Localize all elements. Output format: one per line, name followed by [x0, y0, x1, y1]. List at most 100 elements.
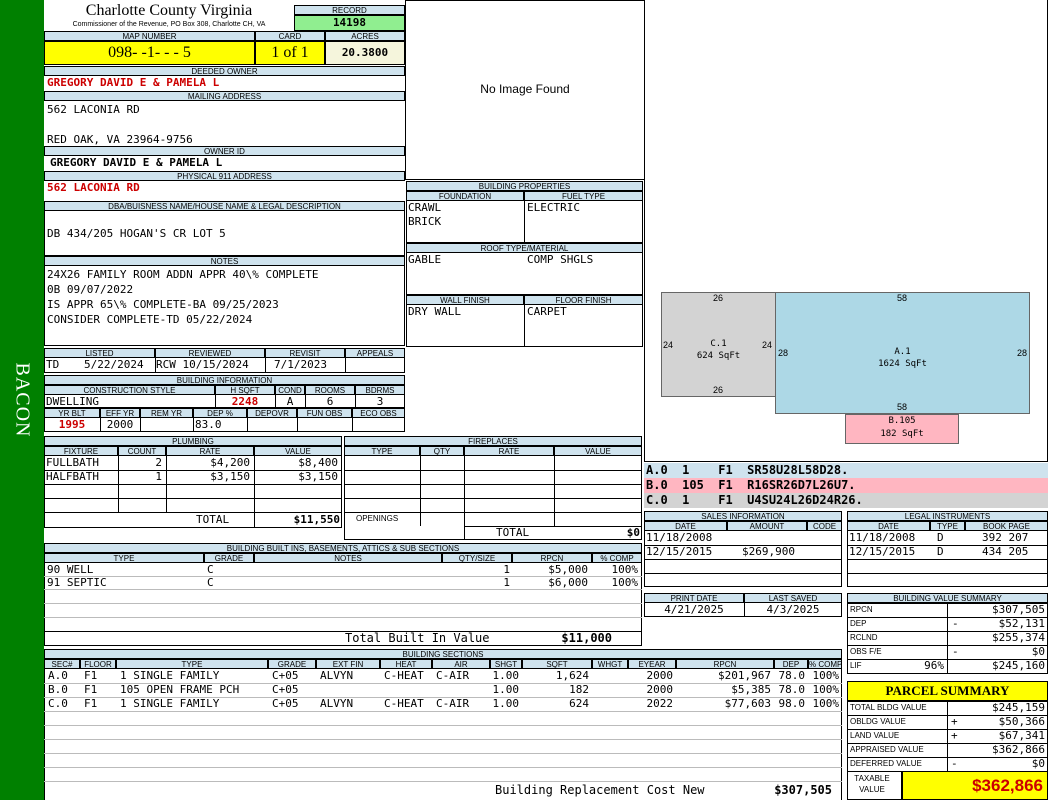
section-rpcn: $5,385 [731, 683, 771, 696]
legal-date: 11/18/2008 [849, 531, 916, 544]
builtin-grade: C [207, 563, 214, 576]
section-shgt: 1.00 [492, 669, 520, 682]
sections-col-header: WHGT [592, 659, 628, 669]
fireplace-col-value: VALUE [554, 446, 642, 456]
b105-label: B.105 [888, 416, 916, 426]
building-info-label: BUILDING INFORMATION [44, 375, 405, 385]
dep-label: DEP % [193, 408, 247, 418]
divider [947, 757, 948, 772]
divider [554, 456, 555, 526]
value-summary-value: $52,131 [998, 617, 1045, 630]
divider [44, 603, 642, 604]
revisit-label: REVISIT [265, 348, 345, 358]
divider [947, 715, 948, 730]
reviewed-label: REVIEWED [155, 348, 265, 358]
plumbing-rate: $4,200 [210, 456, 250, 469]
roof-label: ROOF TYPE/MATERIAL [406, 243, 643, 253]
dep-value: 83.0 [195, 418, 222, 431]
section-shgt: 1.00 [492, 683, 520, 696]
legal-type: D [937, 531, 944, 544]
legal-bookpage: 434 205 [982, 545, 1029, 558]
bdrms-value: 3 [376, 395, 384, 408]
parcel-label: OBLDG VALUE [850, 717, 906, 726]
effyr-value: 2000 [106, 418, 134, 431]
section-sqft: 1,624 [555, 669, 589, 682]
section-rpcn: $201,967 [718, 669, 771, 682]
foundation-value: BRICK [408, 215, 442, 228]
a1-area: 1624 SqFt [878, 359, 927, 369]
fireplace-total: $0 [626, 526, 640, 539]
divider [947, 729, 948, 744]
builtins-col-rpcn: RPCN [512, 553, 592, 563]
divider [644, 559, 842, 560]
sales-label: SALES INFORMATION [644, 511, 842, 521]
plumbing-fixture: HALFBATH [46, 470, 99, 483]
sections-col-header: RPCN [676, 659, 774, 669]
section-floor: F1 [84, 697, 98, 710]
building-props-label: BUILDING PROPERTIES [406, 181, 643, 191]
fireplace-col-rate: RATE [464, 446, 554, 456]
plumbing-count: 2 [155, 456, 162, 469]
print-date: 4/21/2025 [664, 603, 724, 616]
legal-bookpage: 392 207 [982, 531, 1029, 544]
legal-col-date: DATE [847, 521, 930, 531]
section-sec: C.0 [48, 697, 68, 710]
legal-date: 12/15/2015 [849, 545, 916, 558]
last-saved-date: 4/3/2025 [766, 603, 820, 616]
vector-row-c: C.0 1 F1 U4SU24L26D24R26. [644, 493, 1048, 508]
hsqft-value: 2248 [231, 395, 259, 408]
floor-finish-label: FLOOR FINISH [524, 295, 643, 305]
divider [947, 603, 948, 618]
fireplace-col-qty: QTY [420, 446, 464, 456]
value-summary-label: RPCN [850, 605, 873, 614]
divider [193, 418, 194, 432]
roof-material: COMP SHGLS [527, 253, 594, 266]
parcel-label: LAND VALUE [850, 731, 900, 740]
foundation-value: CRAWL [408, 201, 442, 214]
reviewed-value: RCW 10/15/2024 [156, 358, 249, 371]
value-summary-sign: 96% [924, 659, 944, 672]
fuel-type-value: ELECTRIC [527, 201, 580, 214]
value-summary-value: $245,160 [992, 659, 1045, 672]
section-eyear: 2022 [646, 697, 674, 710]
section-shgt: 1.00 [492, 697, 520, 710]
sections-col-header: SQFT [522, 659, 592, 669]
builtins-col-qty: QTY/SIZE [442, 553, 512, 563]
owner-id-label: OWNER ID [44, 146, 405, 156]
fireplace-col-type: TYPE [344, 446, 420, 456]
divider [352, 418, 353, 432]
divider [947, 659, 948, 674]
construction-style: DWELLING [46, 395, 99, 408]
builtins-col-type: TYPE [44, 553, 204, 563]
section-sqft: 182 [569, 683, 589, 696]
commissioner-text: Commissioner of the Revenue, PO Box 308,… [72, 21, 266, 28]
deeded-owner-label: DEEDED OWNER [44, 66, 405, 76]
divider [247, 418, 248, 432]
sales-col-date: DATE [644, 521, 727, 531]
plumbing-label: PLUMBING [44, 436, 342, 446]
yrblt-label: YR BLT [44, 408, 100, 418]
effyr-label: EFF YR [100, 408, 140, 418]
mailing-line-1: 562 LACONIA RD [47, 103, 140, 116]
sales-amount: $269,900 [742, 545, 795, 558]
builtin-rpcn: $6,000 [548, 576, 588, 589]
a1-top-dim: 58 [897, 293, 908, 303]
divider [44, 753, 842, 754]
acres-label: ACRES [325, 31, 405, 41]
divider [140, 418, 141, 432]
map-label: MAP NUMBER [44, 31, 255, 41]
builtins-col-grade: GRADE [204, 553, 254, 563]
sections-total: $307,505 [774, 783, 832, 797]
section-eyear: 2000 [646, 683, 674, 696]
section-sqft: 624 [569, 697, 589, 710]
dba-label: DBA/BUISNESS NAME/HOUSE NAME & LEGAL DES… [44, 201, 405, 211]
builtins-col-comp: % COMP [592, 553, 642, 563]
section-floor: F1 [84, 683, 98, 696]
parcel-sign: + [951, 729, 958, 742]
deeded-owner: GREGORY DAVID E & PAMELA L [47, 76, 220, 89]
divider [345, 358, 346, 373]
bdrms-label: BDRMS [355, 385, 405, 395]
builtins-total: $11,000 [561, 631, 612, 645]
side-label: BACON [11, 362, 34, 438]
print-date-label: PRINT DATE [644, 593, 744, 603]
